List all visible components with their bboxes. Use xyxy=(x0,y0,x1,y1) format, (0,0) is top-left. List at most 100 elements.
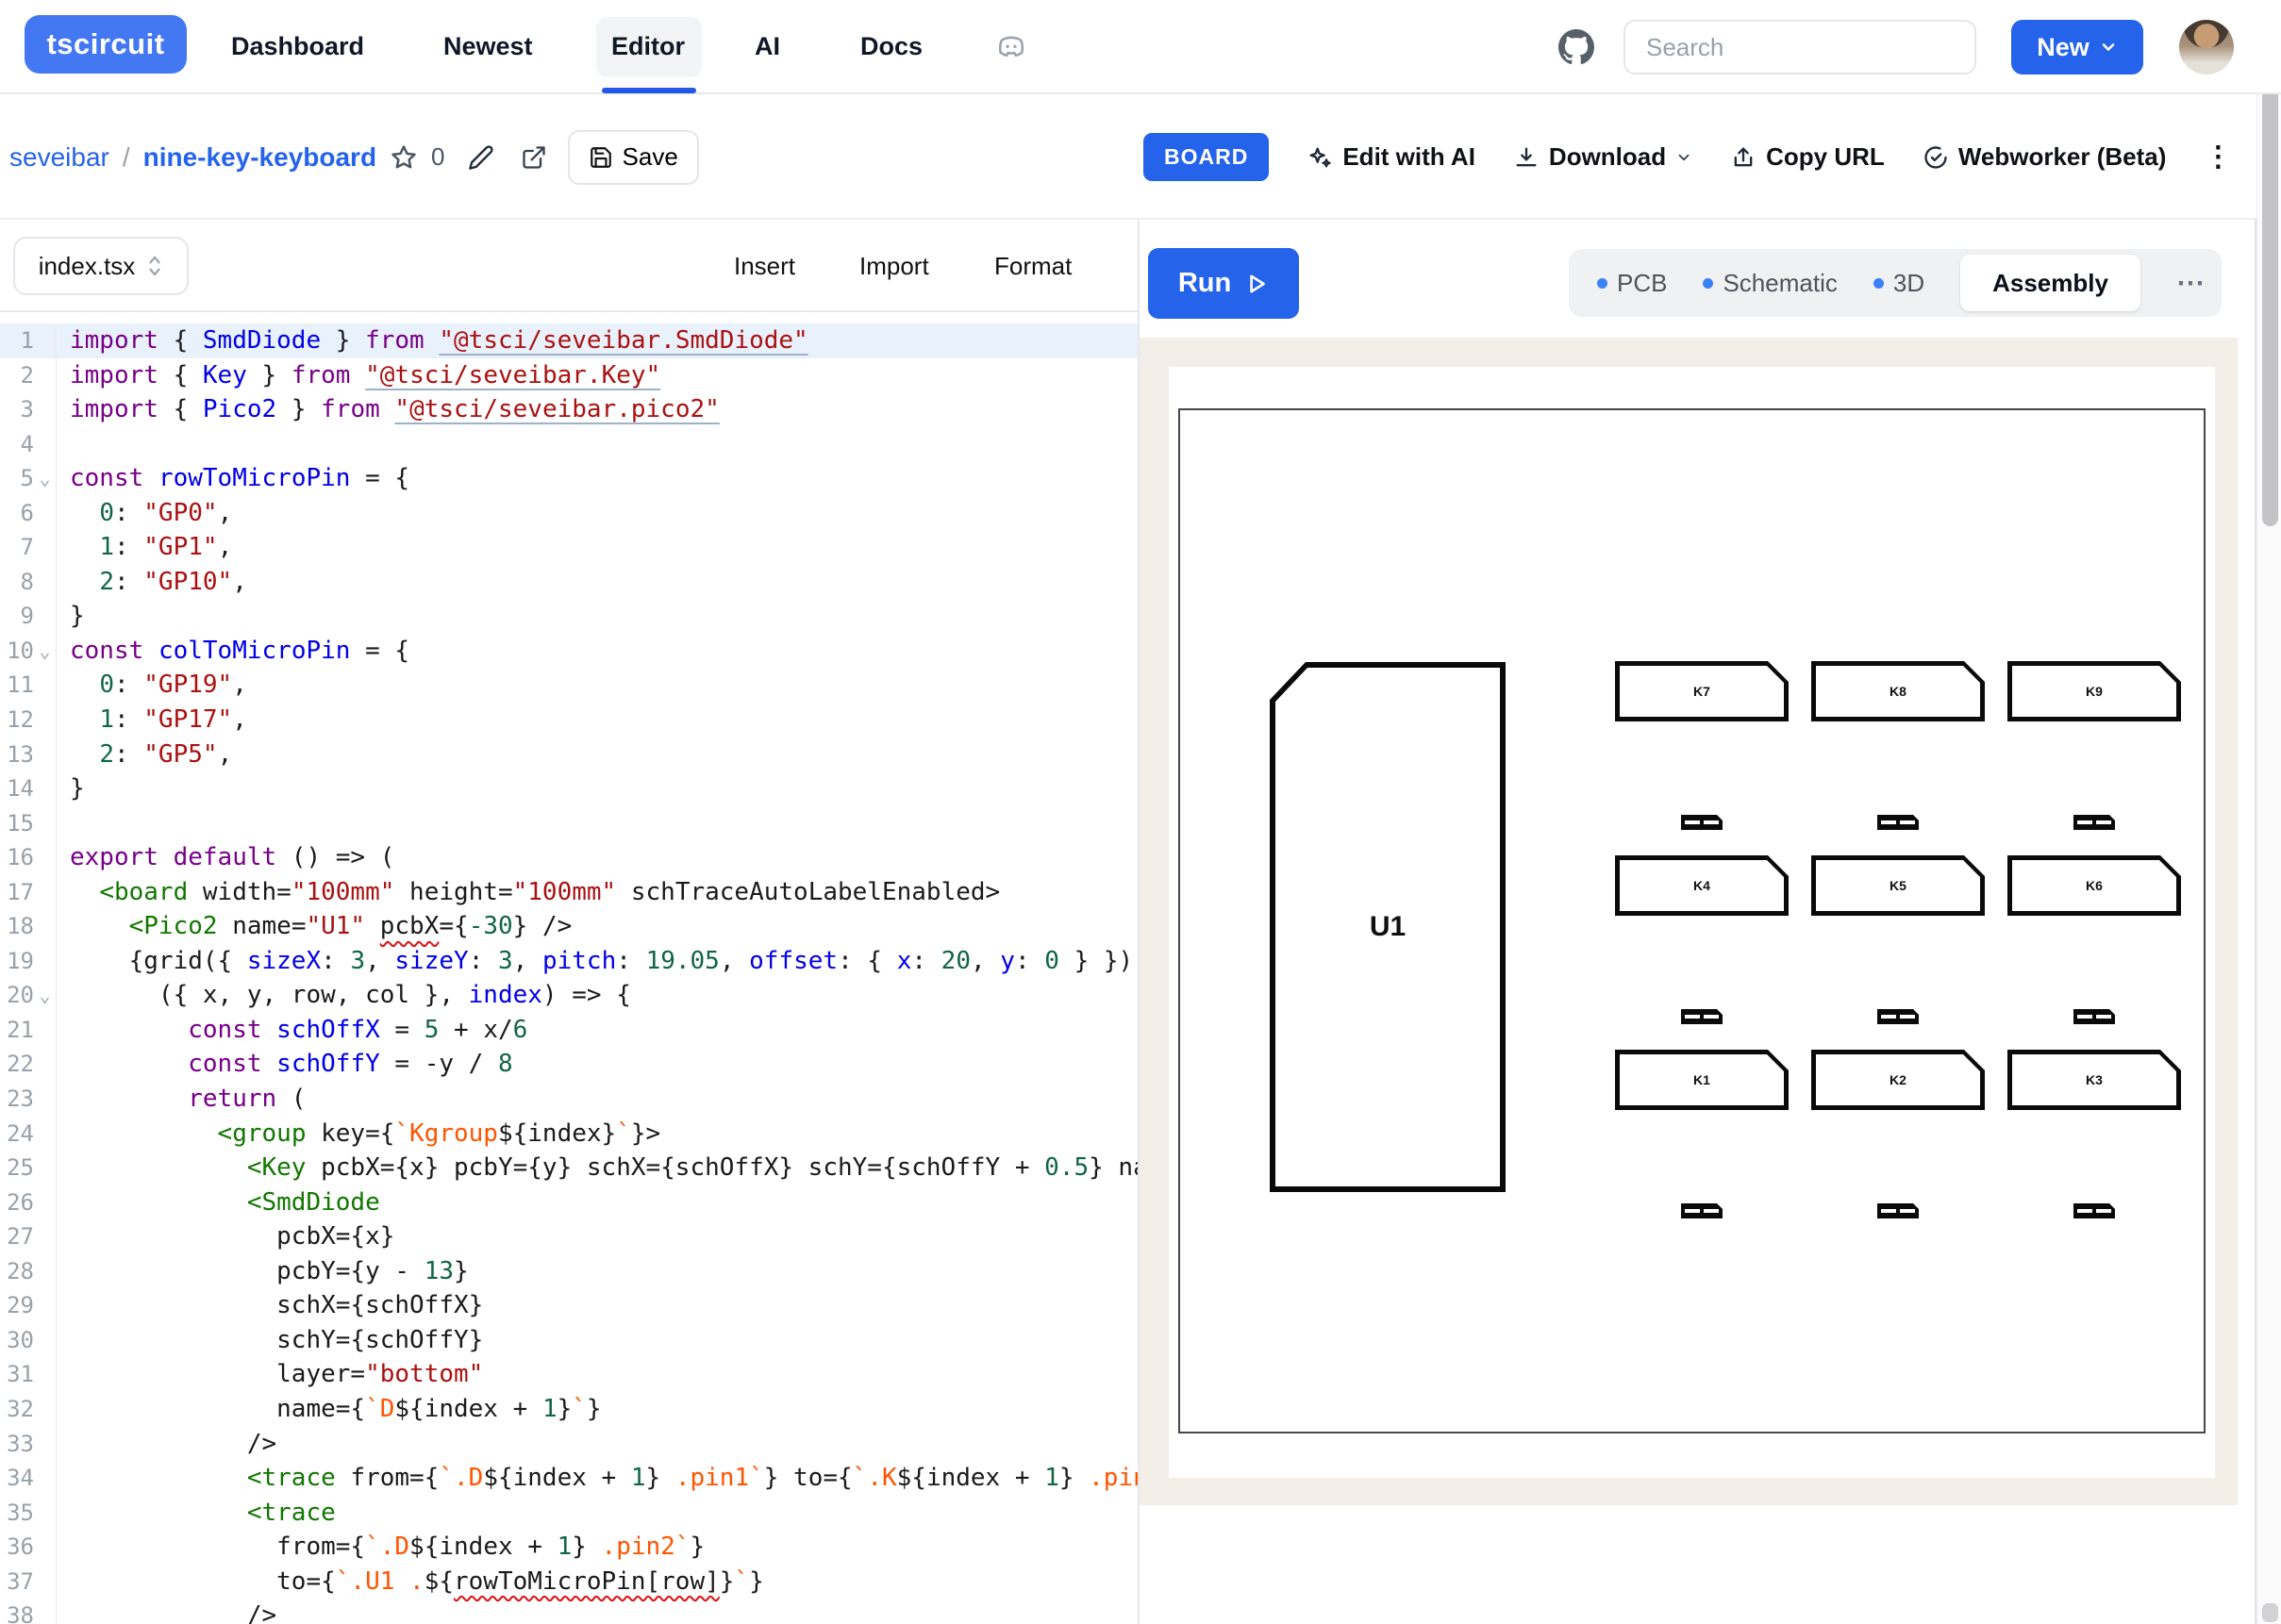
code-line[interactable]: 25 <Key pcbX={x} pcbY={y} schX={schOffX}… xyxy=(0,1151,1138,1185)
code-line[interactable]: 7 1: "GP1", xyxy=(0,530,1138,565)
code-line-text: <trace from={`.D${index + 1} .pin1`} to=… xyxy=(57,1461,1138,1496)
fold-chevron-icon[interactable]: ⌄ xyxy=(34,461,57,496)
run-button[interactable]: Run xyxy=(1148,248,1299,319)
code-line[interactable]: 11 0: "GP19", xyxy=(0,668,1138,703)
code-line[interactable]: 27 pcbX={x} xyxy=(0,1219,1138,1254)
key-component[interactable]: K1 xyxy=(1615,1050,1789,1110)
copy-url-label: Copy URL xyxy=(1766,142,1885,172)
tab-pcb[interactable]: PCB xyxy=(1597,269,1667,298)
nav-item-docs[interactable]: Docs xyxy=(860,0,923,92)
code-line[interactable]: 30 schY={schOffY} xyxy=(0,1323,1138,1358)
new-button[interactable]: New xyxy=(2011,20,2143,75)
code-line[interactable]: 14} xyxy=(0,771,1138,806)
copy-url-button[interactable]: Copy URL xyxy=(1730,142,1885,172)
diode-divider xyxy=(1700,1015,1704,1019)
diode-component[interactable] xyxy=(1877,1203,1919,1218)
code-line[interactable]: 17 <board width="100mm" height="100mm" s… xyxy=(0,875,1138,910)
code-line[interactable]: 31 layer="bottom" xyxy=(0,1357,1138,1392)
nav-item-newest[interactable]: Newest xyxy=(443,0,533,92)
tab-schematic[interactable]: Schematic xyxy=(1703,269,1837,298)
code-line[interactable]: 18 <Pico2 name="U1" pcbX={-30} /> xyxy=(0,909,1138,944)
code-line[interactable]: 4 xyxy=(0,427,1138,462)
diode-component[interactable] xyxy=(2073,815,2115,830)
code-line[interactable]: 21 const schOffX = 5 + x/6 xyxy=(0,1013,1138,1048)
menu-insert[interactable]: Insert xyxy=(734,220,795,312)
code-line[interactable]: 12 1: "GP17", xyxy=(0,703,1138,737)
user-avatar[interactable] xyxy=(2179,20,2234,75)
board-badge[interactable]: BOARD xyxy=(1143,133,1269,181)
edit-with-ai-button[interactable]: Edit with AI xyxy=(1307,142,1475,172)
code-line[interactable]: 22 const schOffY = -y / 8 xyxy=(0,1047,1138,1082)
code-line[interactable]: 38 /> xyxy=(0,1599,1138,1624)
key-component[interactable]: K5 xyxy=(1811,855,1985,916)
diode-component[interactable] xyxy=(1681,815,1723,830)
page-scrollbar[interactable] xyxy=(2256,0,2281,1624)
diode-component[interactable] xyxy=(2073,1009,2115,1024)
code-line[interactable]: 33 /> xyxy=(0,1427,1138,1462)
tab-3d[interactable]: 3D xyxy=(1873,269,1924,298)
key-component[interactable]: K6 xyxy=(2007,855,2181,916)
code-line[interactable]: 35 <trace xyxy=(0,1496,1138,1531)
github-icon[interactable] xyxy=(1557,28,1596,66)
code-line[interactable]: 3import { Pico2 } from "@tsci/seveibar.p… xyxy=(0,392,1138,427)
code-line[interactable]: 29 schX={schOffX} xyxy=(0,1288,1138,1323)
discord-icon[interactable] xyxy=(991,29,1032,65)
tab-assembly[interactable]: Assembly xyxy=(1960,255,2140,311)
key-component[interactable]: K4 xyxy=(1615,855,1789,916)
code-line[interactable]: 26 <SmdDiode xyxy=(0,1185,1138,1220)
code-line[interactable]: 23 return ( xyxy=(0,1082,1138,1117)
code-line[interactable]: 16export default () => ( xyxy=(0,840,1138,875)
open-share-icon[interactable] xyxy=(521,144,547,171)
code-editor[interactable]: 1import { SmdDiode } from "@tsci/seveiba… xyxy=(0,312,1138,1624)
code-line[interactable]: 2import { Key } from "@tsci/seveibar.Key… xyxy=(0,358,1138,393)
save-button[interactable]: Save xyxy=(568,130,699,185)
kebab-menu-icon[interactable]: ⋮ xyxy=(2204,141,2232,174)
key-component[interactable]: K7 xyxy=(1615,661,1789,721)
breadcrumb-repo[interactable]: nine-key-keyboard xyxy=(143,142,376,173)
logo[interactable]: tscircuit xyxy=(25,15,187,74)
key-component[interactable]: K8 xyxy=(1811,661,1985,721)
tabs-more-icon[interactable]: ⋯ xyxy=(2176,267,2206,300)
code-line[interactable]: 13 2: "GP5", xyxy=(0,737,1138,772)
diode-component[interactable] xyxy=(1877,1009,1919,1024)
edit-pencil-icon[interactable] xyxy=(468,144,494,171)
webworker-toggle[interactable]: Webworker (Beta) xyxy=(1923,142,2167,172)
search-input[interactable] xyxy=(1625,22,1974,73)
code-line[interactable]: 9} xyxy=(0,599,1138,634)
diode-component[interactable] xyxy=(1877,815,1919,830)
code-line[interactable]: 36 from={`.D${index + 1} .pin2`} xyxy=(0,1530,1138,1565)
menu-import[interactable]: Import xyxy=(859,220,929,312)
nav-item-editor[interactable]: Editor xyxy=(611,0,685,92)
diode-component[interactable] xyxy=(1681,1203,1723,1218)
code-line[interactable]: 1import { SmdDiode } from "@tsci/seveiba… xyxy=(0,323,1138,358)
code-line[interactable]: 5⌄const rowToMicroPin = { xyxy=(0,461,1138,496)
code-line[interactable]: 19 {grid({ sizeX: 3, sizeY: 3, pitch: 19… xyxy=(0,944,1138,979)
menu-format[interactable]: Format xyxy=(994,220,1072,312)
code-line[interactable]: 15 xyxy=(0,806,1138,841)
key-component[interactable]: K9 xyxy=(2007,661,2181,721)
scrollbar-thumb-bottom[interactable] xyxy=(2262,1603,2278,1622)
star-icon[interactable] xyxy=(390,143,418,172)
code-line[interactable]: 20⌄ ({ x, y, row, col }, index) => { xyxy=(0,978,1138,1013)
file-selector[interactable]: index.tsx xyxy=(13,237,189,295)
key-component[interactable]: K3 xyxy=(2007,1050,2181,1110)
assembly-canvas[interactable]: U1 K7 K8 K9 K4 K5 K6 K1 K2 K3 xyxy=(1140,338,2238,1505)
key-component[interactable]: K2 xyxy=(1811,1050,1985,1110)
diode-component[interactable] xyxy=(1681,1009,1723,1024)
code-line[interactable]: 28 pcbY={y - 13} xyxy=(0,1254,1138,1289)
nav-item-ai[interactable]: AI xyxy=(755,0,780,92)
download-button[interactable]: Download xyxy=(1513,142,1692,172)
code-line[interactable]: 32 name={`D${index + 1}`} xyxy=(0,1392,1138,1427)
fold-chevron-icon[interactable]: ⌄ xyxy=(34,634,57,669)
code-line[interactable]: 10⌄const colToMicroPin = { xyxy=(0,634,1138,669)
u1-component[interactable]: U1 xyxy=(1270,662,1506,1192)
fold-chevron-icon[interactable]: ⌄ xyxy=(34,978,57,1013)
code-line[interactable]: 6 0: "GP0", xyxy=(0,496,1138,531)
code-line[interactable]: 37 to={`.U1 .${rowToMicroPin[row]}`} xyxy=(0,1565,1138,1599)
diode-component[interactable] xyxy=(2073,1203,2115,1218)
code-line[interactable]: 34 <trace from={`.D${index + 1} .pin1`} … xyxy=(0,1461,1138,1496)
breadcrumb-owner[interactable]: seveibar xyxy=(9,142,109,173)
nav-item-dashboard[interactable]: Dashboard xyxy=(231,0,364,92)
code-line[interactable]: 8 2: "GP10", xyxy=(0,565,1138,600)
code-line[interactable]: 24 <group key={`Kgroup${index}`}> xyxy=(0,1117,1138,1152)
